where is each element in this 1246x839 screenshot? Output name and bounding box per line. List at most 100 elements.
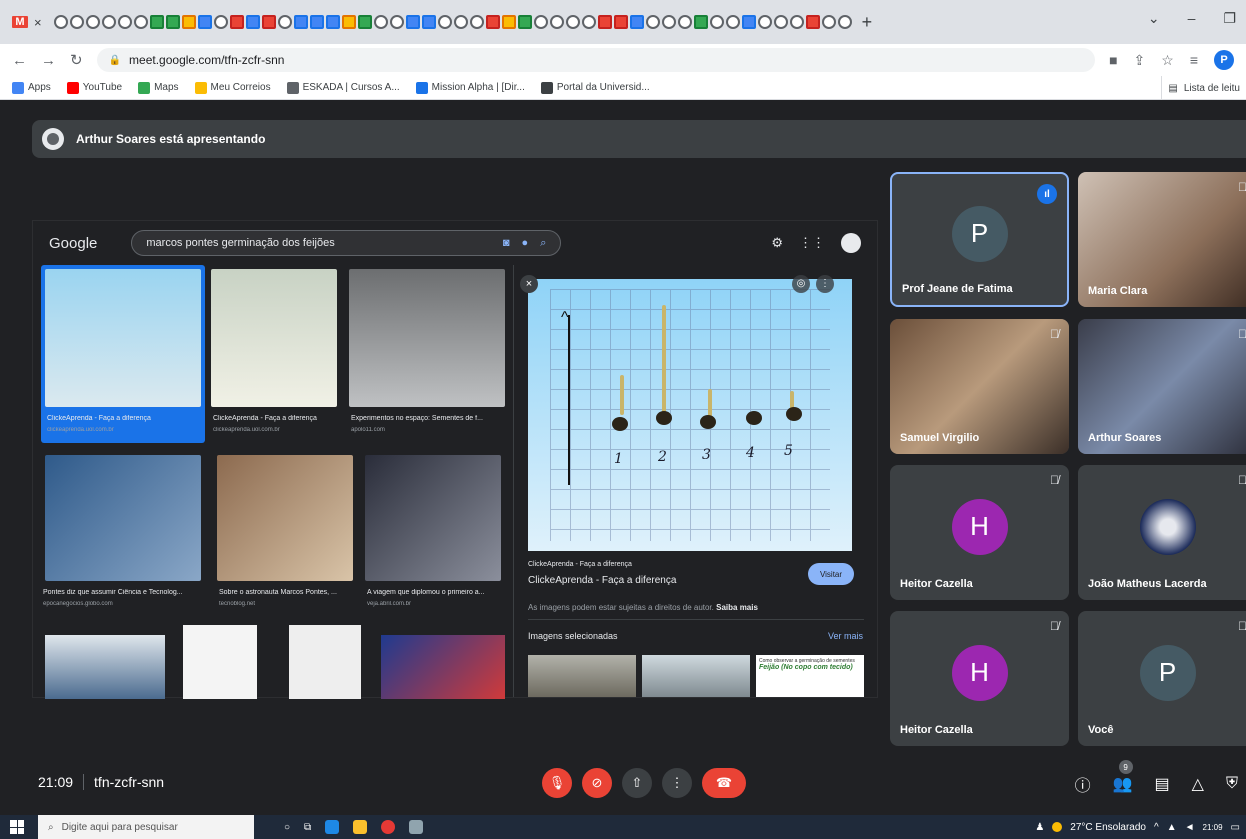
tab-icon[interactable] [357,15,372,29]
bookmark-item[interactable]: Meu Correios [194,81,271,94]
tab-icon[interactable] [421,15,436,29]
active-tab[interactable]: M × [6,7,48,37]
participant-tile[interactable]: H 🎙̸ Heitor Cazella [890,611,1069,746]
tab-search-icon[interactable]: ⌄ [1148,10,1160,27]
cortana-icon[interactable]: ○ [284,822,290,833]
tab-icon[interactable] [821,15,836,29]
maximize-button[interactable]: ❐ [1223,10,1236,27]
forward-button[interactable]: → [41,52,56,69]
reading-list-button[interactable]: ▤ Lista de leitu [1161,76,1246,99]
participant-tile[interactable]: P ıl Prof Jeane de Fatima [890,172,1069,307]
tab-icon[interactable] [165,15,180,29]
weather-text[interactable]: 27°C Ensolarado [1070,822,1146,833]
profile-avatar[interactable]: P [1214,50,1234,70]
notifications-icon[interactable]: ▭ [1231,822,1240,833]
tab-icon[interactable] [101,15,116,29]
participant-tile[interactable]: H 🎙̸ Heitor Cazella [890,465,1069,600]
taskbar-clock[interactable]: 21:09 [1203,823,1223,832]
tab-icon[interactable] [133,15,148,29]
bookmark-item[interactable]: Mission Alpha | [Dir... [415,81,525,94]
close-tab-icon[interactable]: × [34,15,42,30]
chat-icon[interactable]: ▤ [1155,774,1170,794]
tab-icon[interactable] [565,15,580,29]
tab-icon[interactable] [693,15,708,29]
tab-icon[interactable] [277,15,292,29]
tab-icon[interactable] [709,15,724,29]
people-tray-icon[interactable]: ♟ [1035,822,1044,833]
tab-icon[interactable] [197,15,212,29]
edge-icon[interactable] [325,820,340,834]
tab-icon[interactable] [773,15,788,29]
bookmark-star-icon[interactable]: ☆ [1161,52,1174,69]
mic-toggle-button[interactable]: 🎙 [542,768,572,798]
tab-icon[interactable] [485,15,500,29]
participant-tile[interactable]: 🎙̸ Arthur Soares [1078,319,1246,454]
tab-icon[interactable] [245,15,260,29]
tray-overflow-icon[interactable]: ^ [1154,822,1159,833]
tab-icon[interactable] [341,15,356,29]
tab-icon[interactable] [741,15,756,29]
tab-icon[interactable] [757,15,772,29]
start-menu-icon[interactable] [10,820,24,834]
volume-icon[interactable]: ◄ [1185,822,1195,833]
tab-icon[interactable] [309,15,324,29]
tab-icon[interactable] [325,15,340,29]
tab-icon[interactable] [69,15,84,29]
tab-icon[interactable] [725,15,740,29]
tab-icon[interactable] [437,15,452,29]
participant-tile[interactable]: 🎙̸ João Matheus Lacerda [1078,465,1246,600]
reload-button[interactable]: ↻ [70,51,83,69]
present-screen-button[interactable]: ⇧ [622,768,652,798]
tab-icon[interactable] [85,15,100,29]
tab-icon[interactable] [181,15,196,29]
tab-icon[interactable] [261,15,276,29]
tab-icon[interactable] [677,15,692,29]
back-button[interactable]: ← [12,52,27,69]
bookmark-item[interactable]: YouTube [66,81,122,94]
tab-icon[interactable] [517,15,532,29]
tab-icon[interactable] [837,15,852,29]
tab-icon[interactable] [53,15,68,29]
tab-icon[interactable] [789,15,804,29]
tab-icon[interactable] [597,15,612,29]
app-icon[interactable] [409,820,424,834]
tab-icon[interactable] [645,15,660,29]
camera-toggle-button[interactable]: ⊘ [582,768,612,798]
tab-icon[interactable] [805,15,820,29]
lock-icon[interactable]: 🔒 [109,55,121,66]
taskbar-search-input[interactable]: ⌕ Digite aqui para pesquisar [38,815,254,839]
tab-icon[interactable] [613,15,628,29]
tab-icon[interactable] [629,15,644,29]
tab-icon[interactable] [469,15,484,29]
participant-tile[interactable]: 🎙̸ Samuel Virgilio [890,319,1069,454]
bookmark-item[interactable]: Apps [12,81,51,94]
participant-tile[interactable]: P 🎙̸ Você [1078,611,1246,746]
tab-icon[interactable] [405,15,420,29]
tab-icon[interactable] [229,15,244,29]
camera-indicator-icon[interactable]: ■ [1109,52,1117,68]
chrome-icon[interactable] [381,820,396,834]
network-icon[interactable]: ▲ [1167,822,1177,833]
tab-icon[interactable] [213,15,228,29]
meeting-details-icon[interactable]: ⓘ [1075,772,1091,796]
tab-icon[interactable] [549,15,564,29]
tab-icon[interactable] [581,15,596,29]
tab-icon[interactable] [501,15,516,29]
people-icon[interactable]: 👥 9 [1113,760,1133,794]
tab-icon[interactable] [373,15,388,29]
minimize-button[interactable]: – [1188,10,1196,27]
tab-icon[interactable] [453,15,468,29]
reading-list-icon[interactable]: ≡ [1190,52,1198,68]
file-explorer-icon[interactable] [353,820,368,834]
bookmark-item[interactable]: ESKADA | Cursos A... [286,81,400,94]
share-icon[interactable]: ⇪ [1134,52,1146,69]
task-view-icon[interactable]: ⧉ [304,822,311,833]
activities-icon[interactable]: △ [1192,774,1204,794]
participant-tile[interactable]: 🎙̸ Maria Clara [1078,172,1246,307]
tab-icon[interactable] [117,15,132,29]
tab-icon[interactable] [149,15,164,29]
end-call-button[interactable]: ☎ [702,768,746,798]
new-tab-button[interactable]: + [862,12,873,33]
tab-icon[interactable] [389,15,404,29]
host-controls-icon[interactable]: ⛨ [1226,775,1238,793]
